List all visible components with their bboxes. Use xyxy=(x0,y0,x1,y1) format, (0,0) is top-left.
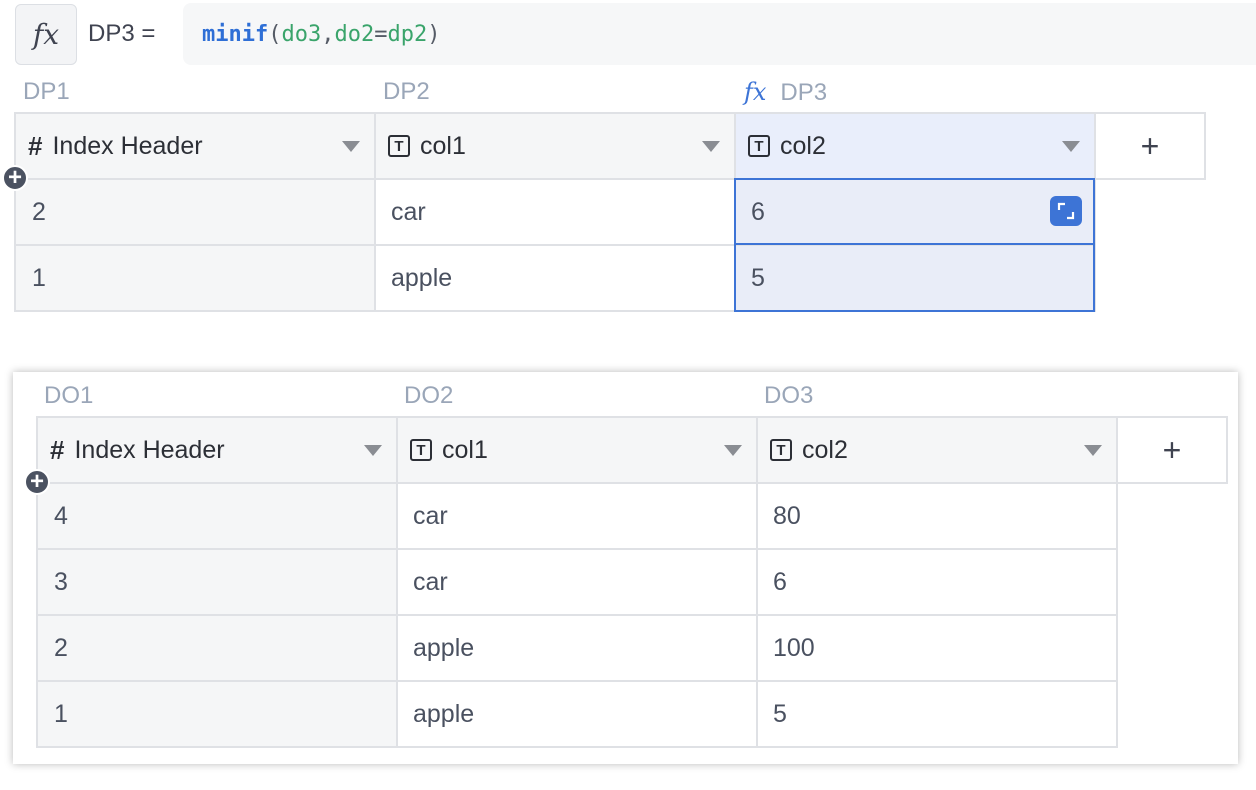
empty-cell xyxy=(1117,483,1227,549)
cell-col1[interactable]: car xyxy=(374,178,736,246)
table-row: 3 car 6 xyxy=(36,548,1227,616)
formula-open-paren: ( xyxy=(268,21,282,47)
formula-target-label: DP3 = xyxy=(88,20,156,47)
cell-col1[interactable]: car xyxy=(396,482,758,550)
add-column-button[interactable]: + xyxy=(1116,416,1228,484)
formula-equals: = xyxy=(374,21,388,47)
add-column-button[interactable]: + xyxy=(1094,112,1206,180)
cell-index[interactable]: 1 xyxy=(36,680,398,748)
cell-col2[interactable]: 100 xyxy=(756,614,1118,682)
column-label-dp1: DP1 xyxy=(23,78,70,105)
cell-col1[interactable]: apple xyxy=(396,614,758,682)
column-label-do2: DO2 xyxy=(404,382,454,409)
empty-cell xyxy=(1095,245,1205,311)
cell-col2[interactable]: 6 xyxy=(734,178,1096,246)
table-row: 1 apple 5 xyxy=(36,680,1227,748)
header-col2-label: col2 xyxy=(802,435,848,464)
column-label-dp2: DP2 xyxy=(383,78,430,105)
cell-index[interactable]: 3 xyxy=(36,548,398,616)
expand-icon xyxy=(1057,202,1075,220)
cell-index[interactable]: 2 xyxy=(14,178,376,246)
empty-cell xyxy=(1117,681,1227,747)
formula-arg-2-key: do2 xyxy=(334,21,375,47)
text-type-icon: T xyxy=(748,135,770,157)
cell-col2[interactable]: 5 xyxy=(734,244,1096,312)
text-type-icon: T xyxy=(388,135,410,157)
text-type-icon: T xyxy=(410,439,432,461)
data-grid-dp: # Index Header T col1 T col2 + 2 car 6 1… xyxy=(14,112,1206,312)
table-panel-do: DO1 DO2 DO3 # Index Header T col1 T col2… xyxy=(13,372,1238,764)
header-index-label: Index Header xyxy=(74,435,225,464)
header-col1-label: col1 xyxy=(420,131,466,160)
formula-arg-1: do3 xyxy=(281,21,322,47)
header-index[interactable]: # Index Header xyxy=(36,416,398,484)
header-col1[interactable]: T col1 xyxy=(396,416,758,484)
empty-cell xyxy=(1117,615,1227,681)
formula-comma: , xyxy=(321,21,335,47)
header-col2-label: col2 xyxy=(780,131,826,160)
expand-cell-button[interactable] xyxy=(1050,196,1082,226)
column-menu-caret-icon[interactable] xyxy=(724,444,742,456)
plus-icon: + xyxy=(1162,431,1182,468)
header-col1-label: col1 xyxy=(442,435,488,464)
text-type-icon: T xyxy=(770,439,792,461)
cell-col2[interactable]: 6 xyxy=(756,548,1118,616)
formula-arg-2-value: dp2 xyxy=(387,21,428,47)
header-col2[interactable]: T col2 xyxy=(756,416,1118,484)
column-label-do1: DO1 xyxy=(44,382,94,409)
empty-cell xyxy=(1095,179,1205,245)
cell-index[interactable]: 2 xyxy=(36,614,398,682)
formula-fx-button[interactable]: fx xyxy=(15,4,77,65)
table-row: 1 apple 5 xyxy=(14,244,1205,312)
add-row-button[interactable]: + xyxy=(2,165,28,191)
header-col2[interactable]: T col2 xyxy=(734,112,1096,180)
table-dp: DP1 DP2 fx DP3 # Index Header T col1 T c… xyxy=(0,78,1256,318)
column-label-dp3-text: DP3 xyxy=(780,79,828,106)
number-type-icon: # xyxy=(28,130,43,161)
fx-icon: fx xyxy=(32,18,60,51)
column-label-dp3: fx DP3 xyxy=(744,78,827,107)
number-type-icon: # xyxy=(50,434,65,465)
column-menu-caret-icon[interactable] xyxy=(1062,140,1080,152)
data-grid-do: # Index Header T col1 T col2 + 4 car 80 … xyxy=(36,416,1228,748)
add-row-button[interactable]: + xyxy=(24,469,50,495)
column-menu-caret-icon[interactable] xyxy=(702,140,720,152)
column-menu-caret-icon[interactable] xyxy=(342,140,360,152)
formula-column-icon: fx xyxy=(744,78,767,106)
column-label-do3: DO3 xyxy=(764,382,814,409)
formula-input[interactable]: minif(do3, do2 = dp2) xyxy=(183,3,1256,65)
empty-cell xyxy=(1117,549,1227,615)
table-row: 2 apple 100 xyxy=(36,614,1227,682)
formula-function-name: minif xyxy=(202,21,269,47)
formula-close-paren: ) xyxy=(427,21,441,47)
table-row: 2 car 6 xyxy=(14,178,1205,246)
cell-index[interactable]: 1 xyxy=(14,244,376,312)
header-col1[interactable]: T col1 xyxy=(374,112,736,180)
plus-icon: + xyxy=(1140,127,1160,164)
header-index[interactable]: # Index Header xyxy=(14,112,376,180)
column-menu-caret-icon[interactable] xyxy=(1084,444,1102,456)
cell-col1[interactable]: apple xyxy=(396,680,758,748)
cell-col1[interactable]: car xyxy=(396,548,758,616)
header-index-label: Index Header xyxy=(52,131,203,160)
column-menu-caret-icon[interactable] xyxy=(364,444,382,456)
cell-col1[interactable]: apple xyxy=(374,244,736,312)
cell-col2[interactable]: 5 xyxy=(756,680,1118,748)
cell-col2[interactable]: 80 xyxy=(756,482,1118,550)
cell-index[interactable]: 4 xyxy=(36,482,398,550)
table-row: 4 car 80 xyxy=(36,482,1227,550)
